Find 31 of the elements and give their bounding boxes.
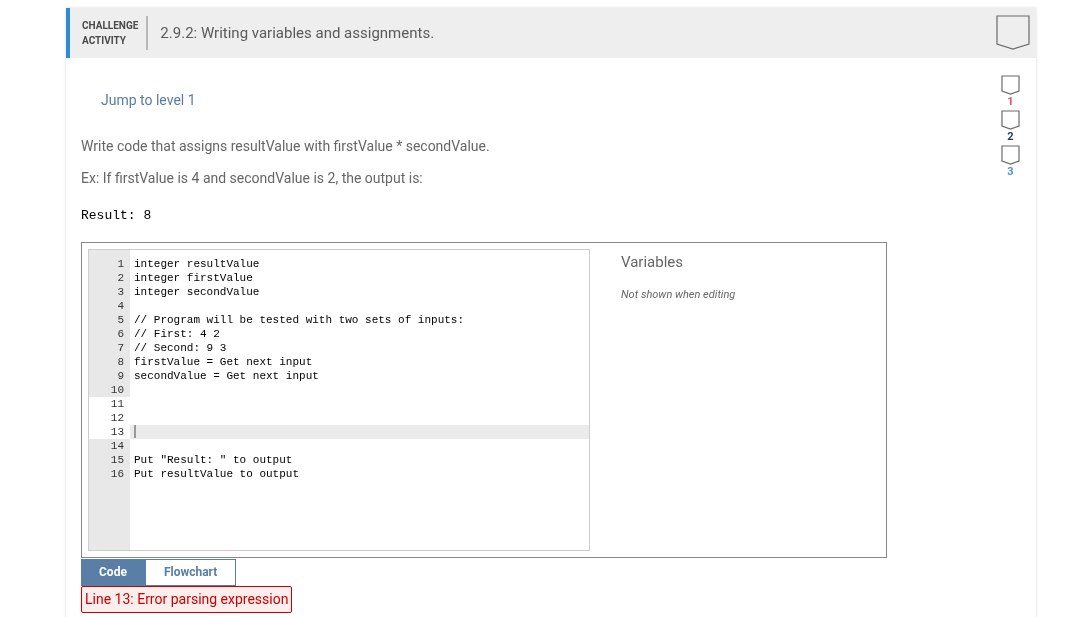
variables-note: Not shown when editing [621, 287, 736, 303]
editor-tab[interactable]: Flowchart [144, 558, 237, 586]
activity-label: CHALLENGE [82, 19, 139, 33]
code-text: firstValue = Get next input [133, 354, 314, 369]
jump-link[interactable]: Jump to level 1 [101, 92, 196, 108]
level-badge-icon[interactable] [1001, 110, 1020, 131]
code-text: // Program will be tested with two sets of inputs: [133, 312, 466, 327]
level-badge-icon[interactable] [1001, 145, 1020, 166]
code-text: integer resultValue [133, 256, 261, 271]
level-number: 2 [1007, 131, 1014, 143]
level-number: 1 [1007, 96, 1014, 108]
activity-label: ACTIVITY [82, 34, 127, 48]
code-editor[interactable] [88, 248, 590, 551]
code-text: // Second: 9 3 [133, 340, 228, 355]
example-output: Result: 8 [81, 207, 153, 225]
instruction-text: Write code that assigns resultValue with firstValue * secondValue. [81, 137, 491, 156]
code-text: Put "Result: " to output [133, 452, 294, 467]
variables-title: Variables [621, 251, 685, 273]
instruction-text: Ex: If firstValue is 4 and secondValue is 2, the output is: [81, 169, 424, 188]
code-text: Put resultValue to output [133, 466, 301, 481]
activity-title: 2.9.2: Writing variables and assignments. [160, 22, 435, 44]
editor-tab[interactable]: Code [81, 558, 145, 586]
level-badge-icon[interactable] [1001, 75, 1020, 96]
code-text: integer firstValue [133, 270, 254, 285]
level-badge-icon [995, 14, 1030, 52]
code-text: secondValue = Get next input [133, 368, 320, 383]
code-text: integer secondValue [133, 284, 261, 299]
code-text: // First: 4 2 [133, 326, 221, 341]
text-cursor [134, 425, 136, 438]
error-message: Line 13: Error parsing expression [81, 585, 293, 613]
level-number: 3 [1007, 166, 1014, 178]
